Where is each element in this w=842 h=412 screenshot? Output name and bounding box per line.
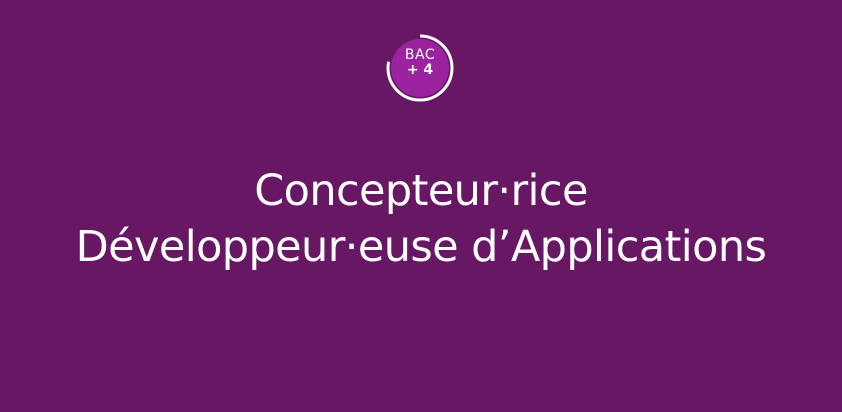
badge-label-level-name: BAC (404, 47, 436, 63)
page-title-line-1: Concepteur·rice (254, 166, 588, 216)
degree-level-badge: BAC + 4 (385, 33, 455, 103)
hero-banner: BAC + 4 Concepteur·rice Développeur·euse… (0, 0, 842, 412)
badge-label-level-value: + 4 (406, 62, 434, 78)
badge-label: BAC + 4 (385, 48, 455, 77)
page-title-line-2: Développeur·euse d’Applications (75, 222, 767, 272)
page-title: Concepteur·rice Développeur·euse d’Appli… (0, 163, 842, 275)
